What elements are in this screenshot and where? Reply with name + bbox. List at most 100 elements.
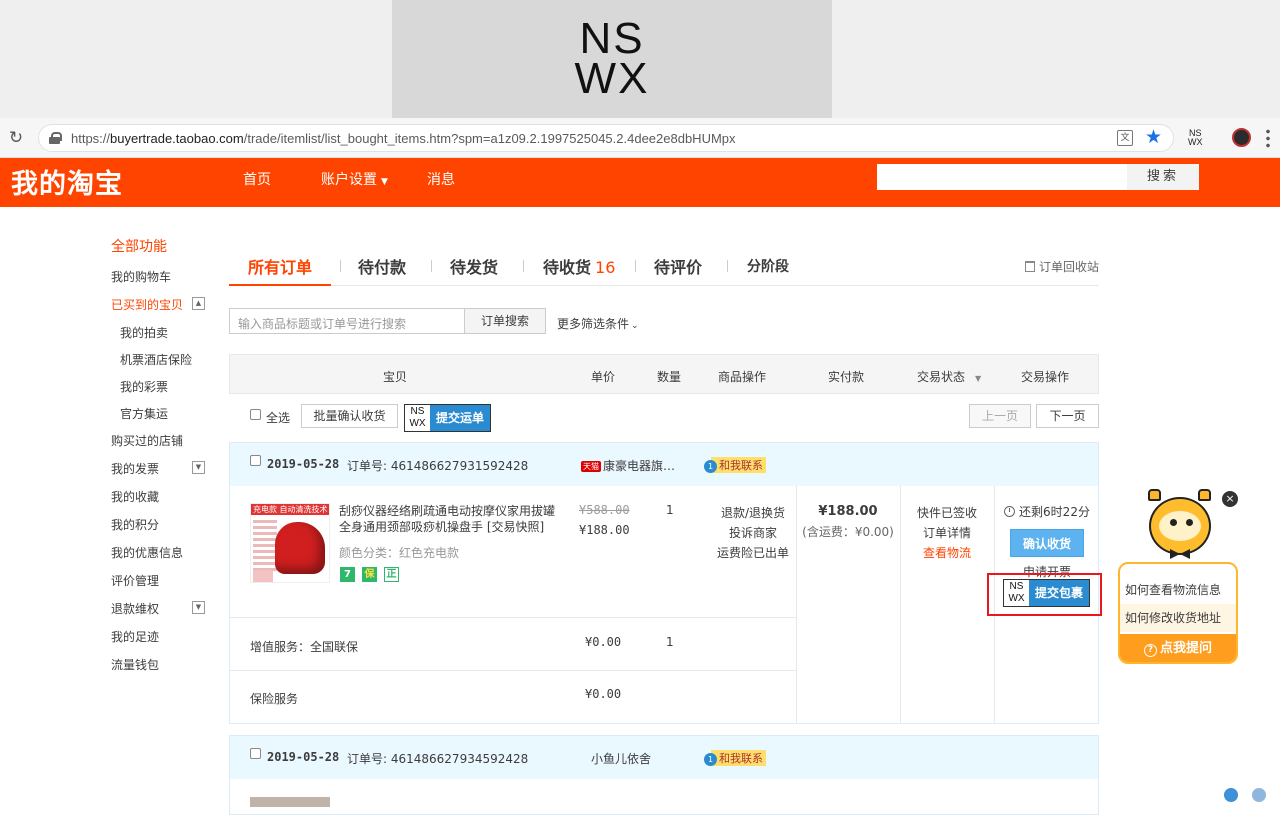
assistant-question[interactable]: 如何修改收货地址: [1120, 604, 1236, 632]
product-attribute: 颜色分类：红色充电款: [339, 546, 460, 560]
clock-icon: [1004, 506, 1016, 517]
order-search-input[interactable]: 输入商品标题或订单号进行搜索: [229, 308, 465, 334]
sidebar-item-points[interactable]: 我的积分: [111, 516, 159, 533]
tab-divider: [340, 260, 341, 272]
tab-divider: [635, 260, 636, 272]
recycle-bin-link[interactable]: 订单回收站: [1024, 258, 1099, 275]
star-icon[interactable]: ★: [1145, 126, 1162, 148]
tab-all-orders[interactable]: 所有订单: [228, 254, 332, 286]
sidebar-item-reviews[interactable]: 评价管理: [111, 572, 159, 589]
paid-amount: ¥188.00 (含运费：¥0.00): [796, 501, 900, 542]
chevron-down-icon: ▼: [381, 177, 388, 187]
sidebar-item-consolidation[interactable]: 官方集运: [120, 405, 168, 422]
site-search-input[interactable]: [877, 164, 1127, 190]
expand-icon[interactable]: ▼: [192, 461, 205, 474]
next-page-button[interactable]: 下一页: [1036, 404, 1099, 428]
col-actions: 交易操作: [1021, 370, 1070, 384]
order-number: 订单号: 461486627931592428: [347, 459, 529, 473]
shop-name[interactable]: 小鱼儿依舍: [591, 750, 651, 767]
menu-icon[interactable]: [1266, 128, 1270, 148]
pending-count-badge: 16: [595, 258, 616, 277]
refund-link[interactable]: 退款/退换货: [706, 503, 800, 523]
tab-installment[interactable]: 分阶段: [747, 256, 789, 276]
assistant-question[interactable]: 如何查看物流信息: [1120, 576, 1236, 604]
tab-pending-review[interactable]: 待评价: [654, 254, 702, 278]
shop-name[interactable]: 天猫 康豪电器旗…: [581, 457, 675, 474]
genuine-icon[interactable]: 正: [384, 567, 399, 582]
tab-divider: [523, 260, 524, 272]
sidebar-item-shops[interactable]: 购买过的店铺: [111, 432, 183, 449]
quantity: 1: [666, 503, 674, 517]
view-logistics-link[interactable]: 查看物流: [900, 543, 994, 563]
product-thumbnail[interactable]: [250, 797, 330, 807]
order-detail-link[interactable]: 订单详情: [900, 523, 994, 543]
value-added-price: ¥0.00: [585, 635, 622, 649]
url-text[interactable]: https://buyertrade.taobao.com/trade/item…: [71, 131, 736, 146]
submit-package-button[interactable]: NS WX 提交包裹: [1003, 579, 1091, 607]
sidebar-item-cart[interactable]: 我的购物车: [111, 268, 171, 285]
contact-seller-button[interactable]: 1 和我联系: [704, 457, 766, 473]
insurance-price: ¥0.00: [585, 687, 622, 701]
sidebar-item-all[interactable]: 全部功能: [111, 236, 167, 256]
nswx-logo: NS WX: [392, 0, 832, 118]
contact-seller-button[interactable]: 1 和我联系: [704, 750, 766, 766]
brand-logo[interactable]: 我的淘宝: [11, 162, 123, 201]
original-price: ¥588.00: [579, 503, 630, 517]
sidebar-item-travel[interactable]: 机票酒店保险: [120, 351, 192, 368]
tab-pending-receipt[interactable]: 待收货 16: [543, 254, 615, 278]
close-icon[interactable]: ×: [1222, 491, 1238, 507]
nswx-extension-icon[interactable]: NS WX: [1188, 129, 1203, 147]
nswx-icon: NS WX: [409, 406, 426, 429]
translate-icon[interactable]: 文: [1117, 130, 1133, 146]
guarantee-icon[interactable]: 保: [362, 567, 377, 582]
product-thumbnail[interactable]: 充电款 自动清洗技术: [250, 503, 330, 583]
site-search-button[interactable]: 搜索: [1127, 164, 1199, 190]
lock-icon: [49, 132, 62, 144]
complain-link[interactable]: 投诉商家: [706, 523, 800, 543]
col-item-ops: 商品操作: [718, 370, 767, 384]
sidebar-item-coupons[interactable]: 我的优惠信息: [111, 544, 183, 561]
order-search-button[interactable]: 订单搜索: [464, 308, 546, 334]
sidebar-item-favorites[interactable]: 我的收藏: [111, 488, 159, 505]
more-filters-link[interactable]: 更多筛选条件 ⌄: [557, 315, 639, 332]
nav-account-settings[interactable]: 账户设置 ▼: [321, 169, 388, 189]
sidebar-item-refunds[interactable]: 退款维权: [111, 600, 159, 617]
ask-question-button[interactable]: ? 点我提问: [1120, 634, 1236, 662]
insurance-service: 保险服务: [250, 692, 299, 706]
sidebar-item-footprints[interactable]: 我的足迹: [111, 628, 159, 645]
shipping-insurance-link[interactable]: 运费险已出单: [706, 543, 800, 563]
reload-icon[interactable]: ↻: [6, 128, 26, 148]
question-icon: ?: [1143, 644, 1157, 657]
col-item: 宝贝: [383, 370, 408, 384]
sidebar-item-invoices[interactable]: 我的发票: [111, 460, 159, 477]
sidebar-item-auction[interactable]: 我的拍卖: [120, 324, 168, 341]
sidebar-item-lottery[interactable]: 我的彩票: [120, 378, 168, 395]
order-checkbox[interactable]: [250, 455, 261, 466]
order-number: 订单号: 461486627934592428: [347, 752, 529, 766]
prev-page-button[interactable]: 上一页: [969, 404, 1031, 428]
seven-day-return-icon[interactable]: 7: [340, 567, 355, 582]
submit-waybill-button[interactable]: NS WX 提交运单: [404, 404, 492, 432]
tab-pending-payment[interactable]: 待付款: [358, 254, 406, 278]
order-header: 2019-05-28 订单号: 461486627934592428 小鱼儿依舍…: [230, 736, 1098, 779]
expand-icon[interactable]: ▼: [192, 601, 205, 614]
nav-messages[interactable]: 消息: [427, 169, 455, 189]
confirm-receipt-button[interactable]: 确认收货: [1010, 529, 1084, 557]
batch-confirm-button[interactable]: 批量确认收货: [301, 404, 398, 428]
remaining-time: 还剩6时22分: [995, 503, 1099, 520]
avatar[interactable]: [1232, 128, 1251, 147]
select-all-checkbox[interactable]: [250, 409, 261, 420]
sidebar-item-bought[interactable]: 已买到的宝贝: [111, 296, 183, 313]
col-status[interactable]: 交易状态 ▼: [917, 368, 981, 385]
assistant-mascot[interactable]: [1146, 489, 1216, 567]
collapse-icon[interactable]: ▲: [192, 297, 205, 310]
nav-home[interactable]: 首页: [243, 169, 271, 189]
order-status: 快件已签收 订单详情 查看物流: [900, 503, 994, 563]
tab-pending-shipment[interactable]: 待发货: [450, 254, 498, 278]
order-checkbox[interactable]: [250, 748, 261, 759]
sidebar-item-data-wallet[interactable]: 流量钱包: [111, 656, 159, 673]
order-table-header: 宝贝 单价 数量 商品操作 实付款 交易状态 ▼ 交易操作: [229, 354, 1099, 394]
product-title[interactable]: 刮痧仪器经络刷疏通电动按摩仪家用拔罐全身通用颈部吸痧机操盘手 [交易快照]: [339, 503, 564, 535]
tab-divider: [431, 260, 432, 272]
address-bar[interactable]: https://buyertrade.taobao.com/trade/item…: [38, 124, 1174, 152]
